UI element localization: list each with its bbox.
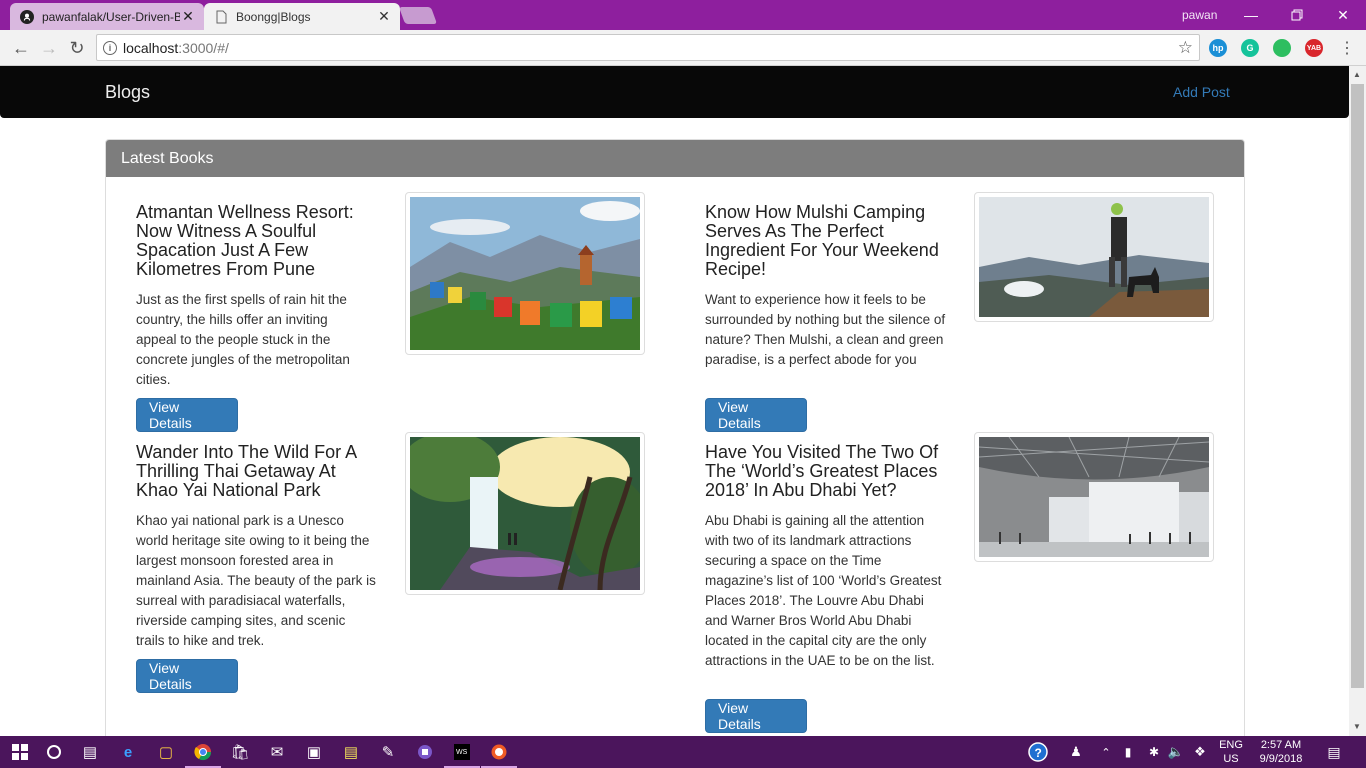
action-center-icon[interactable]: ▤ (1322, 740, 1346, 764)
address-bar[interactable]: i localhost :3000/#/ ☆ (96, 34, 1200, 61)
hp-extension-icon[interactable]: hp (1209, 39, 1227, 57)
add-post-link[interactable]: Add Post (1173, 84, 1230, 100)
post-title: Know How Mulshi Camping Serves As The Pe… (705, 202, 939, 279)
svg-text:?: ? (1035, 746, 1042, 760)
media-app-icon[interactable] (413, 740, 437, 764)
store-icon[interactable]: 🛍 (228, 740, 252, 764)
profile-name[interactable]: pawan (1182, 8, 1217, 22)
page-scrollbar[interactable]: ▲ ▼ (1349, 66, 1366, 736)
post-excerpt: Abu Dhabi is gaining all the attention w… (705, 513, 942, 668)
tab-close-icon[interactable]: ✕ (180, 8, 196, 25)
post-thumbnail[interactable] (974, 432, 1214, 562)
post-thumbnail[interactable] (405, 192, 645, 355)
notes-icon[interactable]: ▤ (339, 740, 363, 764)
forward-icon[interactable]: → (38, 37, 60, 59)
menu-icon[interactable]: ⋮ (1336, 37, 1358, 59)
post-title: Atmantan Wellness Resort: Now Witness A … (136, 202, 354, 279)
task-view-icon[interactable]: ▤ (78, 740, 102, 764)
info-icon[interactable]: i (103, 40, 117, 55)
scroll-down-icon[interactable]: ▼ (1353, 722, 1361, 731)
tab-github[interactable]: pawanfalak/User-Driven-B ✕ (10, 3, 204, 30)
language-code: ENG (1219, 739, 1243, 751)
battery-icon[interactable]: ▮ (1116, 740, 1140, 764)
post-excerpt: Want to experience how it feels to be su… (705, 292, 946, 367)
evernote-icon[interactable] (1273, 39, 1291, 57)
browser-toolbar: ← → ↻ i localhost :3000/#/ ☆ hp G YAB ⋮ (0, 30, 1366, 66)
volume-icon[interactable]: 🔈 (1164, 740, 1188, 764)
clock-date: 9/9/2018 (1259, 753, 1303, 765)
tab-close-icon[interactable]: ✕ (376, 8, 392, 25)
post-card: Have You Visited The Two Of The ‘World’s… (705, 443, 945, 671)
mountain-prayer-flags-image (410, 197, 640, 350)
region-code: US (1223, 753, 1239, 765)
help-icon[interactable]: ? (1026, 740, 1050, 764)
new-tab-button[interactable] (398, 7, 438, 24)
post-card: Atmantan Wellness Resort: Now Witness A … (136, 203, 371, 390)
panel-heading: Latest Books (106, 140, 1244, 177)
view-details-button[interactable]: View Details (136, 659, 238, 693)
view-details-button[interactable]: View Details (705, 398, 807, 432)
tab-boongg-title: Boongg|Blogs (236, 9, 311, 24)
post-card: Wander Into The Wild For A Thrilling Tha… (136, 443, 376, 651)
grammarly-icon[interactable]: G (1241, 39, 1259, 57)
hiker-with-dog-image (979, 197, 1209, 317)
show-hidden-icons[interactable]: ⌃ (1094, 740, 1118, 764)
view-details-button[interactable]: View Details (136, 398, 238, 432)
minimize-icon[interactable]: — (1228, 0, 1274, 30)
clock-time: 2:57 AM (1260, 739, 1302, 751)
page-icon (214, 10, 228, 24)
view-details-button[interactable]: View Details (705, 699, 807, 733)
people-icon[interactable]: ♟ (1064, 740, 1088, 764)
app-icon[interactable]: ▣ (302, 740, 326, 764)
clock[interactable]: 2:57 AM 9/9/2018 (1252, 738, 1310, 766)
browser-title-bar: pawanfalak/User-Driven-B ✕ Boongg|Blogs … (0, 0, 1366, 30)
restore-icon[interactable] (1274, 0, 1320, 30)
post-thumbnail[interactable] (974, 192, 1214, 322)
postman-icon[interactable] (481, 740, 517, 768)
post-title: Have You Visited The Two Of The ‘World’s… (705, 442, 939, 500)
mail-icon[interactable]: ✉ (265, 740, 289, 764)
post-title: Wander Into The Wild For A Thrilling Tha… (136, 442, 357, 500)
post-card: Know How Mulshi Camping Serves As The Pe… (705, 203, 947, 370)
yab-extension-icon[interactable]: YAB (1305, 39, 1323, 57)
github-icon (20, 9, 34, 24)
grammarly-label: G (1246, 43, 1254, 53)
hp-extension-label: hp (1212, 43, 1224, 53)
webstorm-icon[interactable]: WS (444, 740, 480, 768)
svg-text:WS: WS (456, 749, 468, 756)
reload-icon[interactable]: ↻ (66, 37, 88, 59)
site-brand[interactable]: Blogs (105, 82, 150, 103)
windows-taskbar: ▤ e ▢ 🛍 ✉ ▣ ▤ ✎ WS ? ♟ ⌃ ▮ ✱ 🔈 ❖ ENG US … (0, 736, 1366, 768)
close-window-icon[interactable]: ✕ (1320, 0, 1366, 30)
post-thumbnail[interactable] (405, 432, 645, 595)
bookmark-star-icon[interactable]: ☆ (1178, 38, 1193, 58)
url-path: :3000/#/ (178, 39, 229, 56)
edge-icon[interactable]: e (116, 740, 140, 764)
file-explorer-icon[interactable]: ▢ (154, 740, 178, 764)
page-viewport: Blogs Add Post Latest Books Atmantan Wel… (0, 66, 1349, 736)
scrollbar-thumb[interactable] (1351, 84, 1364, 688)
tab-boongg-blogs[interactable]: Boongg|Blogs ✕ (204, 3, 400, 30)
dropbox-icon[interactable]: ❖ (1188, 740, 1212, 764)
back-icon[interactable]: ← (10, 37, 32, 59)
chrome-icon[interactable] (185, 740, 221, 768)
site-navbar: Blogs Add Post (0, 66, 1349, 118)
language-indicator[interactable]: ENG US (1216, 738, 1246, 766)
wifi-icon[interactable]: ✱ (1142, 740, 1166, 764)
yab-label: YAB (1306, 44, 1322, 52)
post-excerpt: Khao yai national park is a Unesco world… (136, 513, 376, 648)
windows-start-icon[interactable] (8, 740, 32, 764)
paint-icon[interactable]: ✎ (376, 740, 400, 764)
url-host: localhost (123, 39, 179, 56)
louvre-abu-dhabi-image (979, 437, 1209, 557)
waterfall-forest-image (410, 437, 640, 590)
scroll-up-icon[interactable]: ▲ (1353, 70, 1361, 79)
tab-github-title: pawanfalak/User-Driven-B (42, 9, 180, 24)
cortana-search-icon[interactable] (42, 740, 66, 764)
post-excerpt: Just as the first spells of rain hit the… (136, 292, 350, 387)
